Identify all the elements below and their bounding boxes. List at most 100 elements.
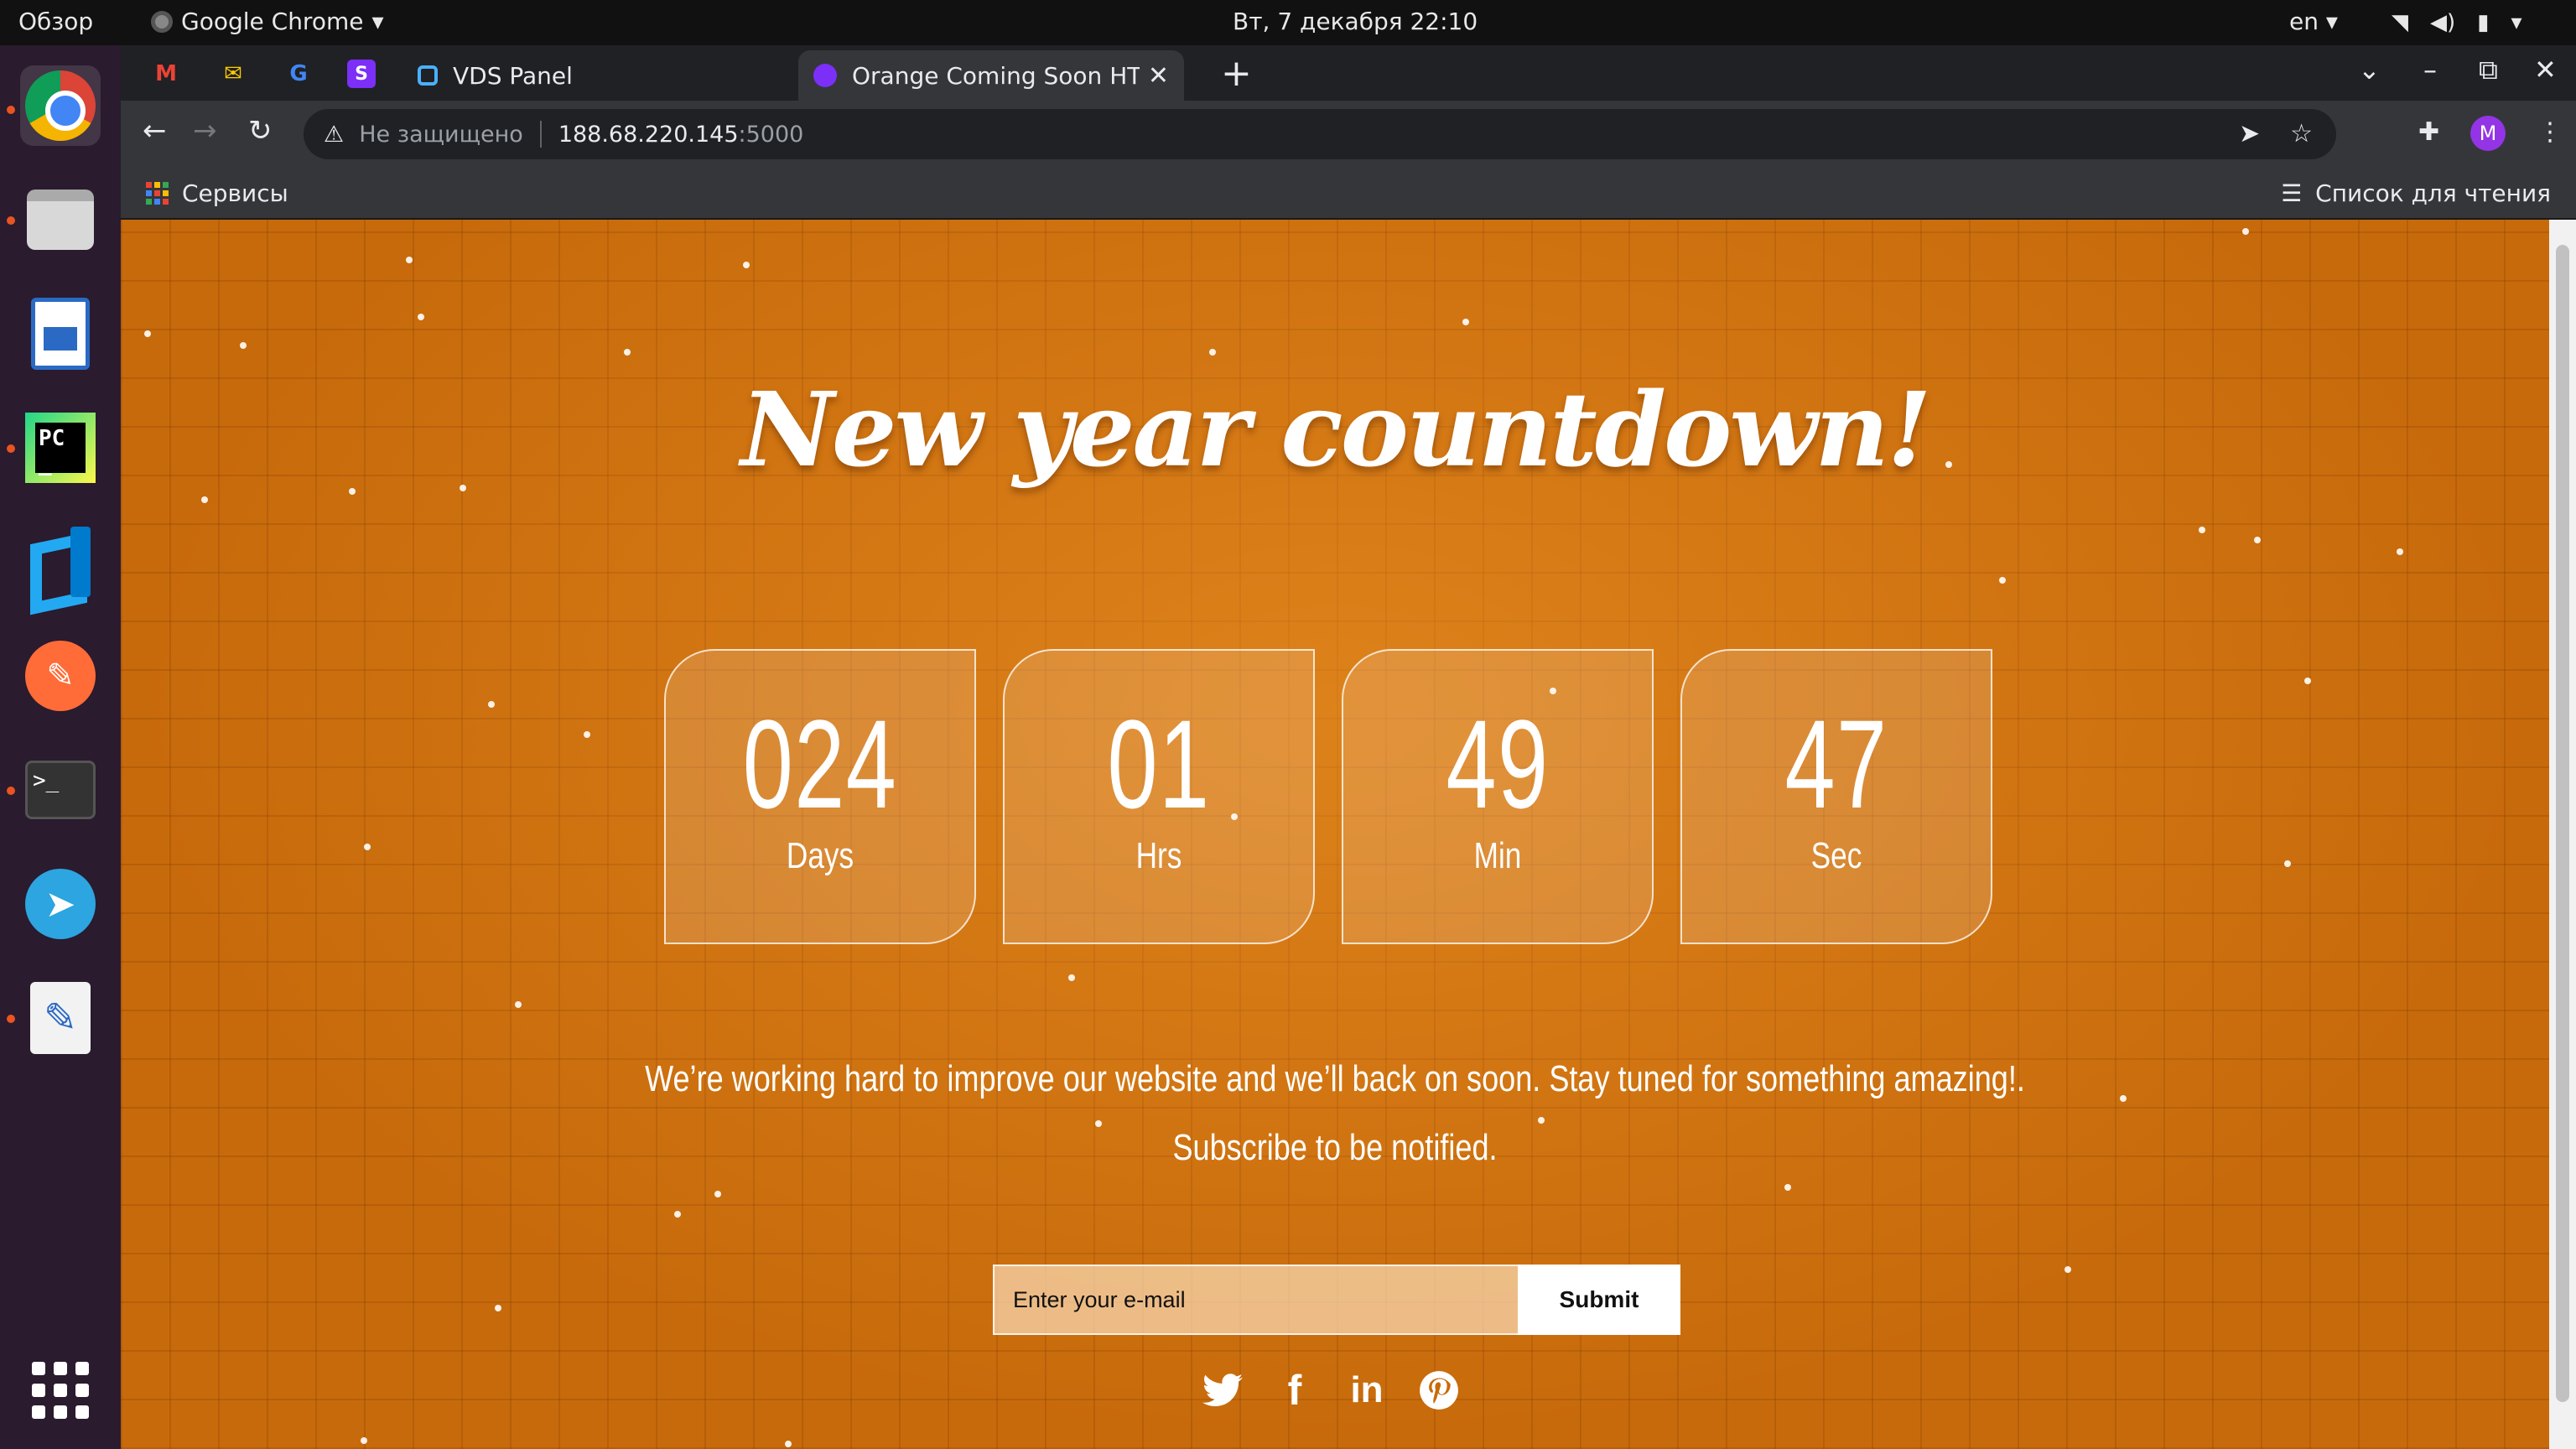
- countdown-label: Days: [786, 835, 854, 876]
- twitter-icon[interactable]: [1201, 1368, 1244, 1412]
- countdown-hours: 01 Hrs: [1003, 649, 1315, 944]
- dock-text-editor[interactable]: ✎: [20, 978, 101, 1058]
- countdown-seconds: 47 Sec: [1680, 649, 1992, 944]
- pinned-tab-gmail[interactable]: M: [149, 57, 183, 91]
- google-icon: G: [289, 61, 308, 86]
- countdown-value: 49: [1446, 693, 1550, 834]
- countdown-days: 024 Days: [664, 649, 976, 944]
- dock-files[interactable]: [20, 179, 101, 260]
- vds-favicon-icon: [418, 65, 438, 86]
- clock[interactable]: Вт, 7 декабря 22:10: [1233, 8, 1478, 35]
- dock-chrome[interactable]: [20, 65, 101, 146]
- divider: [539, 121, 542, 148]
- volume-icon: ◀): [2430, 10, 2456, 35]
- pinned-tab-google[interactable]: G: [282, 57, 315, 91]
- chevron-down-icon: ▾: [2511, 10, 2522, 35]
- terminal-icon: >_: [25, 761, 96, 819]
- close-window-button[interactable]: ✕: [2534, 54, 2557, 86]
- countdown-value: 47: [1784, 693, 1888, 834]
- s-app-icon: S: [355, 63, 368, 85]
- dock-vscode[interactable]: [20, 522, 101, 602]
- chevron-down-icon: ▾: [371, 8, 384, 35]
- s-favicon-icon: [813, 64, 837, 87]
- apps-bookmark-label: Сервисы: [182, 179, 288, 207]
- dock-telegram[interactable]: ➤: [20, 864, 101, 944]
- running-indicator: [7, 444, 15, 453]
- send-to-devices-icon[interactable]: ➤: [2239, 119, 2260, 148]
- scrollbar-thumb[interactable]: [2556, 245, 2569, 1402]
- countdown-value: 01: [1107, 693, 1211, 834]
- countdown-minutes: 49 Min: [1342, 649, 1654, 944]
- document-writer-icon: [31, 298, 90, 370]
- system-tray[interactable]: ◥ ◀) ▮ ▾: [2392, 10, 2522, 35]
- maximize-button[interactable]: ⧉: [2479, 54, 2498, 86]
- countdown-value: 024: [742, 693, 898, 834]
- reading-list-button[interactable]: ☰ Список для чтения: [2281, 179, 2551, 207]
- minimize-button[interactable]: –: [2423, 54, 2437, 86]
- tab-orange-coming-soon[interactable]: Orange Coming Soon HTML ✕: [798, 50, 1184, 101]
- facebook-icon[interactable]: f: [1273, 1367, 1317, 1414]
- bookmark-star-icon[interactable]: ☆: [2290, 119, 2313, 148]
- extensions-icon[interactable]: ✚: [2418, 117, 2439, 147]
- warning-icon: ⚠: [324, 121, 345, 148]
- activities-button[interactable]: Обзор: [18, 8, 93, 35]
- apps-grid-icon: [146, 182, 169, 205]
- countdown-label: Min: [1473, 835, 1522, 876]
- dock-postman[interactable]: ✎: [20, 636, 101, 716]
- reading-list-label: Список для чтения: [2315, 179, 2551, 207]
- info-message: We’re working hard to improve our websit…: [645, 1058, 2025, 1099]
- text-editor-icon: ✎: [30, 982, 91, 1054]
- address-bar[interactable]: ⚠ Не защищено 188.68.220.145 :5000 ➤ ☆: [304, 109, 2336, 159]
- reading-list-icon: ☰: [2281, 179, 2303, 207]
- dock-terminal[interactable]: >_: [20, 750, 101, 830]
- app-menu[interactable]: Google Chrome ▾: [151, 8, 384, 35]
- social-links: f in: [1201, 1367, 1461, 1414]
- wifi-icon: ◥: [2392, 10, 2408, 35]
- dock-writer[interactable]: [20, 293, 101, 374]
- language-label: en: [2289, 8, 2319, 35]
- bookmarks-bar: Сервисы ☰ Список для чтения: [121, 168, 2576, 220]
- postman-icon: ✎: [25, 641, 96, 711]
- show-applications-button[interactable]: [20, 1350, 101, 1431]
- menu-kebab-icon[interactable]: ⋮: [2537, 117, 2563, 147]
- pinned-tab-s[interactable]: S: [347, 60, 376, 88]
- chevron-down-icon: ▾: [2325, 8, 2338, 35]
- pinterest-icon[interactable]: [1417, 1368, 1461, 1412]
- web-page: New year countdown! 024 Days 01 Hrs 49 M…: [121, 220, 2549, 1449]
- linkedin-icon[interactable]: in: [1345, 1368, 1389, 1412]
- subscribe-text: Subscribe to be notified.: [1172, 1127, 1498, 1168]
- dock: PC _ ✎ >_ ➤ ✎: [0, 45, 121, 1449]
- countdown-label: Sec: [1810, 835, 1862, 876]
- language-selector[interactable]: en ▾: [2289, 8, 2338, 35]
- system-top-bar: Обзор Google Chrome ▾ Вт, 7 декабря 22:1…: [0, 0, 2576, 45]
- close-icon[interactable]: ✕: [1148, 61, 1169, 91]
- page-title: New year countdown!: [740, 369, 1931, 490]
- email-input[interactable]: Enter your e-mail: [993, 1265, 1518, 1335]
- new-tab-button[interactable]: +: [1221, 52, 1252, 95]
- dock-pycharm[interactable]: PC _: [20, 408, 101, 488]
- tab-strip: M ✉ G S VDS Panel ✕ Orange Coming Soon H…: [121, 45, 2576, 101]
- forward-button[interactable]: →: [193, 114, 217, 148]
- profile-avatar[interactable]: M: [2470, 116, 2506, 151]
- pycharm-icon: PC _: [25, 413, 96, 483]
- running-indicator: [7, 787, 15, 795]
- back-button[interactable]: ←: [143, 114, 167, 148]
- url-port: :5000: [738, 121, 804, 148]
- files-icon: [27, 190, 94, 250]
- pinned-tab-mail[interactable]: ✉: [216, 57, 250, 91]
- chrome-icon: [25, 70, 96, 141]
- subscribe-form: Enter your e-mail Submit: [993, 1265, 1680, 1335]
- browser-toolbar: ← → ↻ ⚠ Не защищено 188.68.220.145 :5000…: [121, 101, 2576, 168]
- page-scrollbar[interactable]: [2549, 220, 2576, 1449]
- tab-search-chevron-icon[interactable]: ⌄: [2358, 54, 2381, 86]
- app-menu-label: Google Chrome: [181, 8, 364, 35]
- countdown-label: Hrs: [1135, 835, 1182, 876]
- reload-button[interactable]: ↻: [248, 114, 273, 148]
- submit-button[interactable]: Submit: [1518, 1265, 1680, 1335]
- battery-icon: ▮: [2477, 10, 2490, 35]
- running-indicator: [7, 106, 15, 114]
- apps-bookmark[interactable]: Сервисы: [146, 179, 288, 207]
- running-indicator: [7, 216, 15, 225]
- security-status[interactable]: Не защищено: [359, 122, 523, 148]
- mail-icon: ✉: [224, 61, 242, 86]
